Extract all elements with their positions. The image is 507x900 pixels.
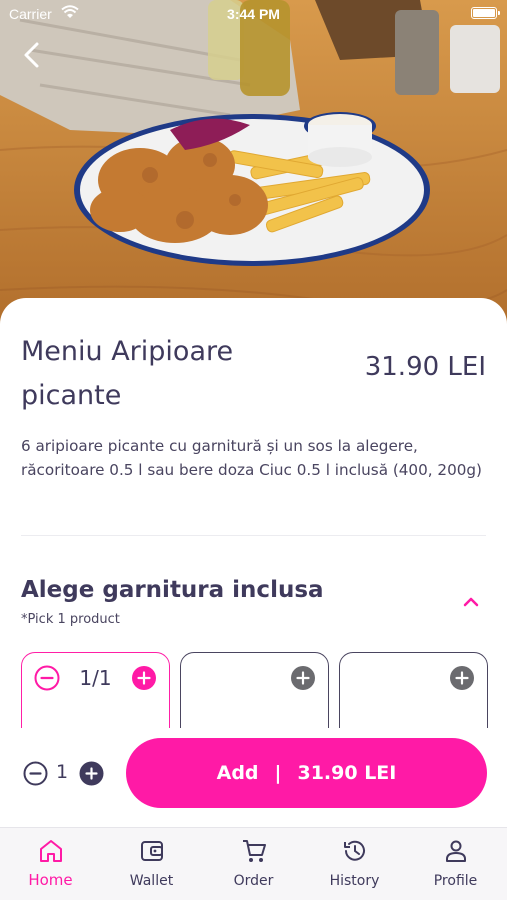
quantity-minus-button[interactable] [23, 761, 48, 786]
tab-label: History [329, 873, 380, 889]
tab-label: Order [233, 873, 274, 889]
tab-label: Profile [433, 873, 478, 889]
quantity-plus-button[interactable] [79, 761, 104, 786]
tab-bar: Home Wallet Order History Profile [0, 827, 507, 900]
history-icon [343, 840, 365, 861]
tab-order[interactable]: Order [203, 828, 304, 900]
plus-circle-icon[interactable] [131, 665, 157, 691]
tab-history[interactable]: History [304, 828, 405, 900]
product-price: 31.90 LEI [364, 352, 486, 382]
chevron-up-icon [463, 597, 479, 607]
quantity-value: 1 [56, 761, 69, 783]
food-illustration [0, 0, 507, 340]
collapse-button[interactable] [459, 590, 483, 614]
wallet-icon [140, 841, 163, 861]
tab-home[interactable]: Home [0, 828, 101, 900]
product-title: Meniu Aripioare picante [21, 336, 234, 411]
tab-wallet[interactable]: Wallet [101, 828, 202, 900]
cart-icon [242, 840, 266, 862]
tab-profile[interactable]: Profile [405, 828, 506, 900]
home-icon [39, 840, 62, 862]
back-button[interactable] [18, 40, 48, 70]
tab-label: Wallet [129, 873, 174, 889]
plus-circle-icon[interactable] [290, 665, 316, 691]
battery-icon [471, 7, 500, 19]
product-photo [0, 0, 507, 340]
divider [21, 535, 486, 536]
add-separator: | [274, 762, 282, 784]
add-label: Add [216, 762, 259, 784]
tab-label: Home [28, 871, 73, 889]
section-title: Alege garnitura inclusa [21, 577, 324, 603]
plus-circle-icon[interactable] [449, 665, 475, 691]
person-icon [445, 840, 466, 862]
section-note: *Pick 1 product [21, 612, 120, 627]
add-total: 31.90 LEI [297, 762, 397, 784]
add-button[interactable]: Add | 31.90 LEI [126, 738, 487, 808]
status-bar: Carrier 3:44 PM [0, 0, 507, 28]
clock: 3:44 PM [227, 6, 280, 22]
product-description: 6 aripioare picante cu garnitură și un s… [21, 437, 482, 479]
chevron-left-icon [24, 42, 39, 68]
